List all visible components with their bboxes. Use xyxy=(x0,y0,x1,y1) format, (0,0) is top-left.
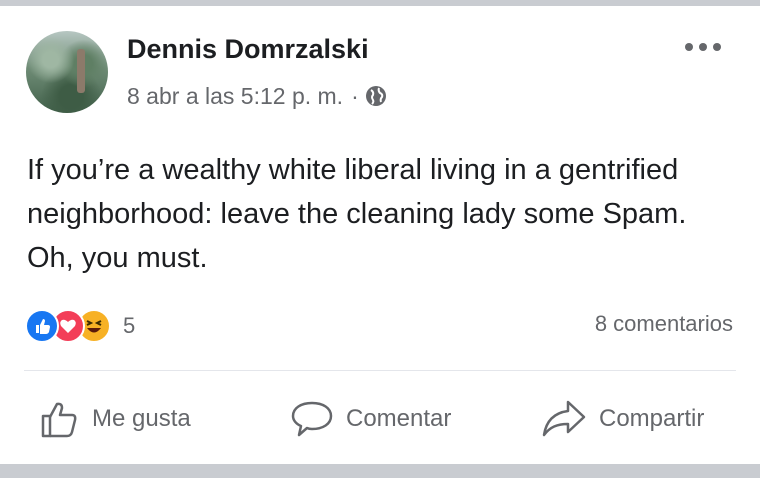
comment-button[interactable]: Comentar xyxy=(290,398,451,440)
thumbs-up-icon xyxy=(41,402,77,438)
comment-label: Comentar xyxy=(346,405,452,432)
share-button[interactable]: Compartir xyxy=(541,398,704,440)
top-frame-bar xyxy=(0,0,760,6)
like-button[interactable]: Me gusta xyxy=(38,398,191,440)
reaction-count: 5 xyxy=(123,313,136,338)
like-reaction-icon xyxy=(25,309,59,343)
comment-icon xyxy=(291,401,333,437)
share-label: Compartir xyxy=(599,405,705,432)
meta-separator: · xyxy=(351,82,359,109)
post-meta: 8 abr a las 5:12 p. m. · xyxy=(127,81,387,111)
post-text: If you’re a wealthy white liberal living… xyxy=(27,154,687,274)
bottom-frame-bar xyxy=(0,464,760,478)
avatar[interactable] xyxy=(26,31,108,113)
avatar-figure xyxy=(76,49,85,94)
more-options-icon[interactable] xyxy=(683,39,723,55)
divider xyxy=(24,370,736,371)
author-name[interactable]: Dennis Domrzalski xyxy=(127,31,369,67)
like-label: Me gusta xyxy=(92,405,191,432)
share-icon xyxy=(542,400,586,437)
globe-icon[interactable] xyxy=(365,85,387,107)
reaction-summary[interactable]: 5 xyxy=(25,309,135,343)
comments-count-link[interactable]: 8 comentarios xyxy=(595,311,733,337)
post-timestamp[interactable]: 8 abr a las 5:12 p. m. xyxy=(127,83,343,110)
